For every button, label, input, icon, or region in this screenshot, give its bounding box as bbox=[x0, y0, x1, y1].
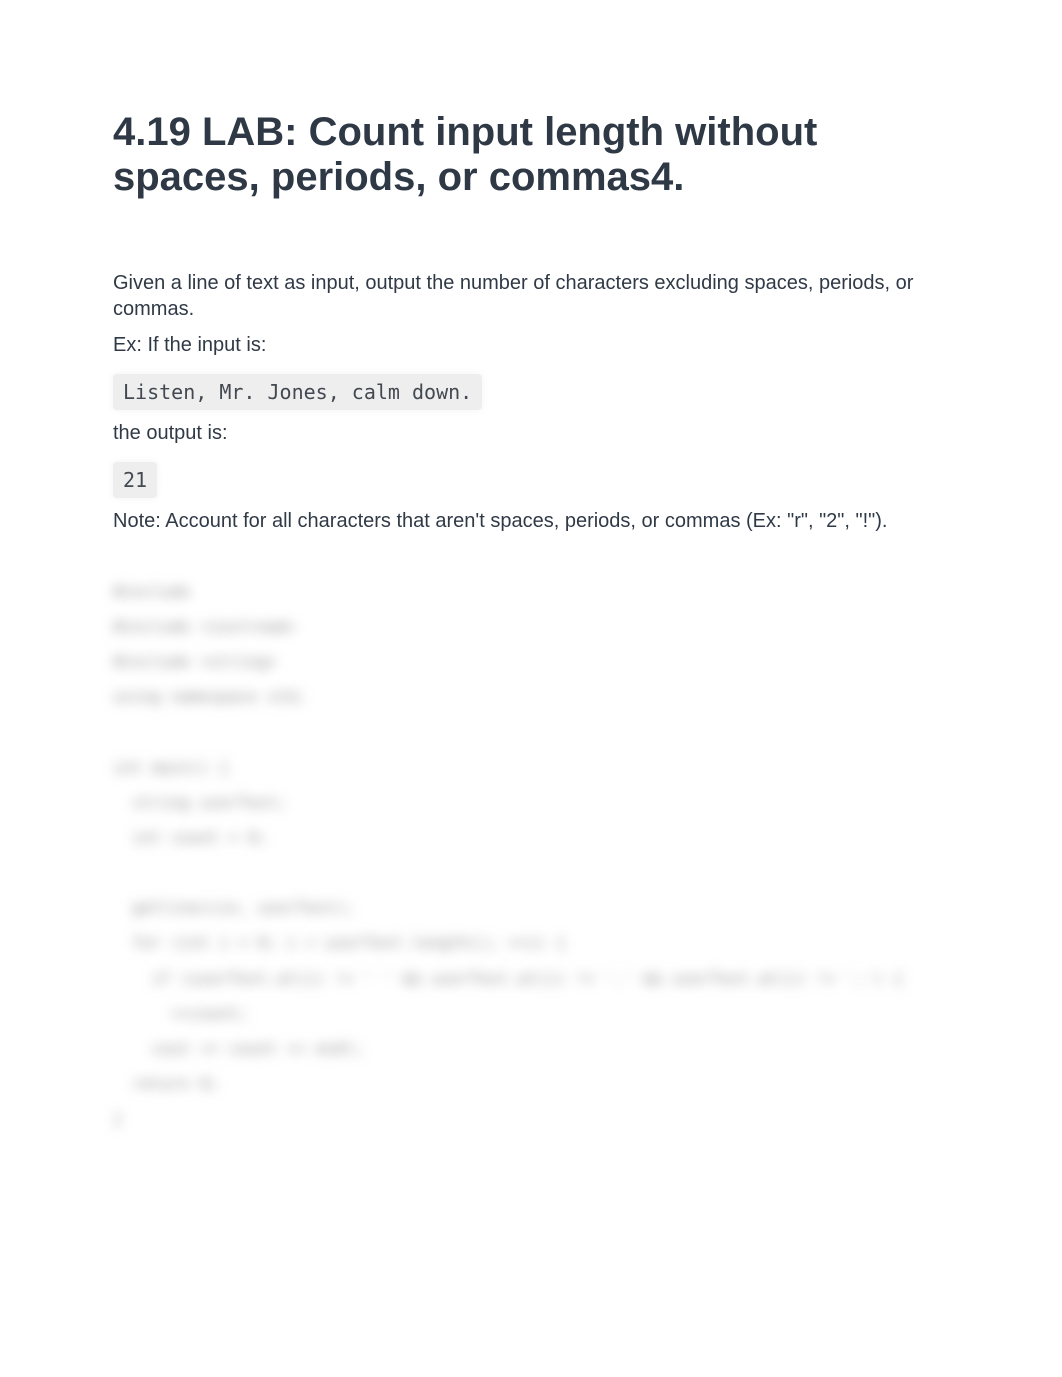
example-input-code: Listen, Mr. Jones, calm down. bbox=[113, 374, 482, 410]
note-text: Note: Account for all characters that ar… bbox=[113, 508, 952, 534]
output-label: the output is: bbox=[113, 420, 952, 446]
blurred-code-block: #include #include <iostream> #include <s… bbox=[113, 574, 952, 1137]
example-input-label: Ex: If the input is: bbox=[113, 332, 952, 358]
page-title: 4.19 LAB: Count input length without spa… bbox=[113, 110, 952, 200]
intro-text: Given a line of text as input, output th… bbox=[113, 270, 952, 322]
example-output-code: 21 bbox=[113, 462, 157, 498]
document-page: 4.19 LAB: Count input length without spa… bbox=[0, 0, 1062, 1377]
